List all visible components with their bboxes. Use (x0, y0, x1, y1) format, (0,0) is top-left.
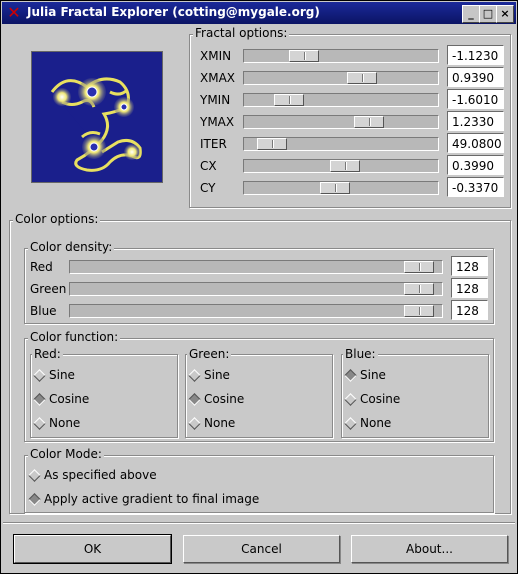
blue-function-label: Blue: (343, 347, 378, 361)
cy-slider-knob[interactable] (320, 182, 350, 194)
cy-label: CY (200, 181, 216, 195)
green-density-value-field[interactable]: 128 (451, 278, 488, 298)
color-mode-label: Color Mode: (28, 447, 104, 461)
color-function-label: Color function: (28, 330, 121, 344)
red-density-slider-knob[interactable] (404, 261, 434, 273)
fractal-options-label: Fractal options: (193, 26, 290, 40)
cx-slider-knob[interactable] (330, 160, 360, 172)
ymin-value-field[interactable]: -1.6010 (447, 89, 504, 109)
radio-label: Cosine (49, 392, 90, 406)
xmax-label: XMAX (200, 71, 236, 85)
maximize-icon[interactable]: □ (479, 5, 497, 23)
green-density-label: Green (30, 282, 67, 296)
radio-label: Cosine (204, 392, 245, 406)
color-options-label: Color options: (13, 212, 101, 226)
xmin-slider-knob[interactable] (289, 50, 319, 62)
radio-label: None (49, 416, 81, 430)
blue-density-slider[interactable] (69, 304, 443, 318)
green-density-slider-knob[interactable] (404, 283, 434, 295)
title-bar[interactable]: ✕ Julia Fractal Explorer (cotting@mygale… (2, 2, 516, 24)
red-density-slider[interactable] (69, 260, 443, 274)
xmin-label: XMIN (200, 49, 232, 63)
fractal-preview[interactable] (31, 51, 163, 183)
button-separator (3, 522, 515, 524)
ymin-label: YMIN (200, 93, 231, 107)
ymin-slider-knob[interactable] (274, 94, 304, 106)
cy-slider[interactable] (243, 181, 439, 195)
xmax-slider[interactable] (243, 71, 439, 85)
radio-label: None (360, 416, 392, 430)
ymin-slider[interactable] (243, 93, 439, 107)
cx-value-field[interactable]: 0.3990 (447, 155, 504, 175)
minimize-icon[interactable]: _ (462, 5, 480, 23)
cancel-button[interactable]: Cancel (183, 535, 340, 563)
ok-button[interactable]: OK (13, 534, 172, 564)
blue-density-slider-knob[interactable] (404, 305, 434, 317)
red-function-label: Red: (32, 347, 63, 361)
about-button[interactable]: About... (351, 535, 508, 563)
close-icon[interactable]: × (496, 5, 514, 23)
cx-slider[interactable] (243, 159, 439, 173)
main-window: ✕ Julia Fractal Explorer (cotting@mygale… (0, 0, 518, 574)
color-density-label: Color density: (28, 240, 115, 254)
ymax-label: YMAX (200, 115, 235, 129)
ymax-value-field[interactable]: 1.2330 (447, 111, 504, 131)
cy-value-field[interactable]: -0.3370 (447, 177, 504, 197)
red-density-label: Red (30, 260, 53, 274)
blue-density-value-field[interactable]: 128 (451, 300, 488, 320)
iter-label: ITER (200, 137, 227, 151)
xmax-slider-knob[interactable] (347, 72, 377, 84)
radio-label: Sine (204, 368, 230, 382)
ymax-slider-knob[interactable] (354, 116, 384, 128)
xmax-value-field[interactable]: 0.9390 (447, 67, 504, 87)
radio-label: Sine (49, 368, 75, 382)
radio-label: Apply active gradient to final image (44, 492, 260, 506)
red-density-value-field[interactable]: 128 (451, 256, 488, 276)
xmin-slider[interactable] (243, 49, 439, 63)
app-x-icon[interactable]: ✕ (6, 5, 22, 21)
iter-value-field[interactable]: 49.0800 (447, 133, 504, 153)
radio-label: As specified above (44, 468, 157, 482)
radio-label: None (204, 416, 236, 430)
iter-slider[interactable] (243, 137, 439, 151)
blue-density-label: Blue (30, 304, 57, 318)
green-density-slider[interactable] (69, 282, 443, 296)
green-function-label: Green: (187, 347, 232, 361)
radio-label: Sine (360, 368, 386, 382)
ymax-slider[interactable] (243, 115, 439, 129)
window-title: Julia Fractal Explorer (cotting@mygale.o… (27, 5, 320, 19)
cx-label: CX (200, 159, 217, 173)
xmin-value-field[interactable]: -1.1230 (447, 45, 504, 65)
radio-label: Cosine (360, 392, 401, 406)
iter-slider-knob[interactable] (257, 138, 287, 150)
